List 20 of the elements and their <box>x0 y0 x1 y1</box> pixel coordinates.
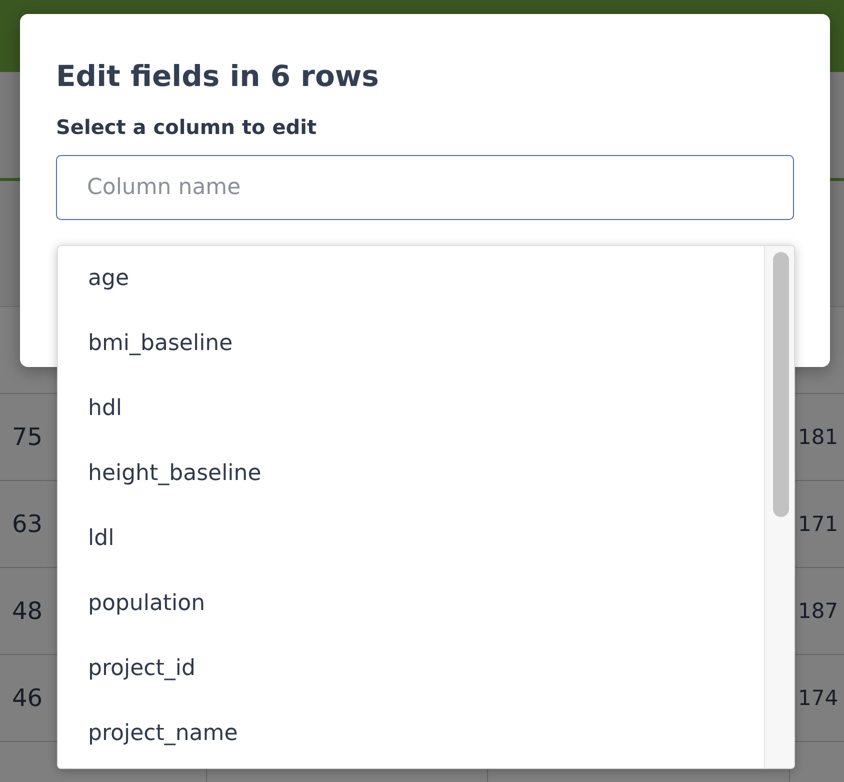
table-cell: 187 <box>798 599 838 623</box>
table-cell: 46 <box>12 684 43 712</box>
field-label: Select a column to edit <box>56 114 318 140</box>
table-cell: 75 <box>12 423 43 451</box>
column-name-field[interactable]: Column name <box>56 155 794 220</box>
table-cell: 63 <box>12 510 43 538</box>
table-cell: 174 <box>798 686 838 710</box>
dropdown-option[interactable]: height_baseline <box>88 461 262 486</box>
dropdown-option[interactable]: project_id <box>88 656 196 681</box>
table-cell: 181 <box>798 425 838 449</box>
dropdown-option[interactable]: ldl <box>88 526 114 551</box>
dropdown-option[interactable]: hdl <box>88 396 122 421</box>
table-cell: 48 <box>12 597 43 625</box>
table-cell: 171 <box>798 512 838 536</box>
scrollbar[interactable] <box>764 246 794 768</box>
dropdown-option[interactable]: bmi_baseline <box>88 331 233 356</box>
dialog-title: Edit fields in 6 rows <box>56 58 380 94</box>
dropdown-option[interactable]: age <box>88 266 129 291</box>
dropdown-option[interactable]: population <box>88 591 206 616</box>
dropdown-option[interactable]: project_name <box>88 721 238 746</box>
